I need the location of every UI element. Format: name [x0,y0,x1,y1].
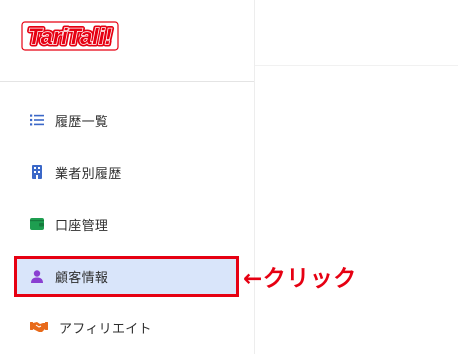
sidebar-item-label: 顧客情報 [55,270,109,286]
handshake-icon [30,320,48,334]
sidebar-item-affiliate[interactable]: アフィリエイト [17,308,237,346]
sidebar-item-label: 履歴一覧 [55,114,109,130]
user-icon [30,269,44,283]
sidebar-item-customer-info[interactable]: 顧客情報 [17,257,237,295]
building-icon [30,165,44,179]
sidebar: TariTali! TariTali! TariTali! 履歴一覧 業者別履歴… [0,0,255,354]
sidebar-item-account-management[interactable]: 口座管理 [17,205,237,243]
sidebar-item-label: アフィリエイト [59,321,152,337]
sidebar-item-label: 口座管理 [55,218,109,234]
app-page: TariTali! TariTali! TariTali! 履歴一覧 業者別履歴… [0,0,458,354]
sidebar-item-history-list[interactable]: 履歴一覧 [17,101,237,139]
click-annotation: ←クリック [243,266,357,292]
header-divider [255,65,458,66]
list-icon [30,113,44,127]
logo-text: TariTali! [28,24,112,49]
sidebar-item-label: 業者別履歴 [55,166,122,182]
logo-area: TariTali! TariTali! TariTali! [0,0,254,82]
sidebar-item-history-by-dealer[interactable]: 業者別履歴 [17,153,237,191]
wallet-icon [30,217,44,231]
taritali-logo[interactable]: TariTali! TariTali! TariTali! [21,20,119,53]
